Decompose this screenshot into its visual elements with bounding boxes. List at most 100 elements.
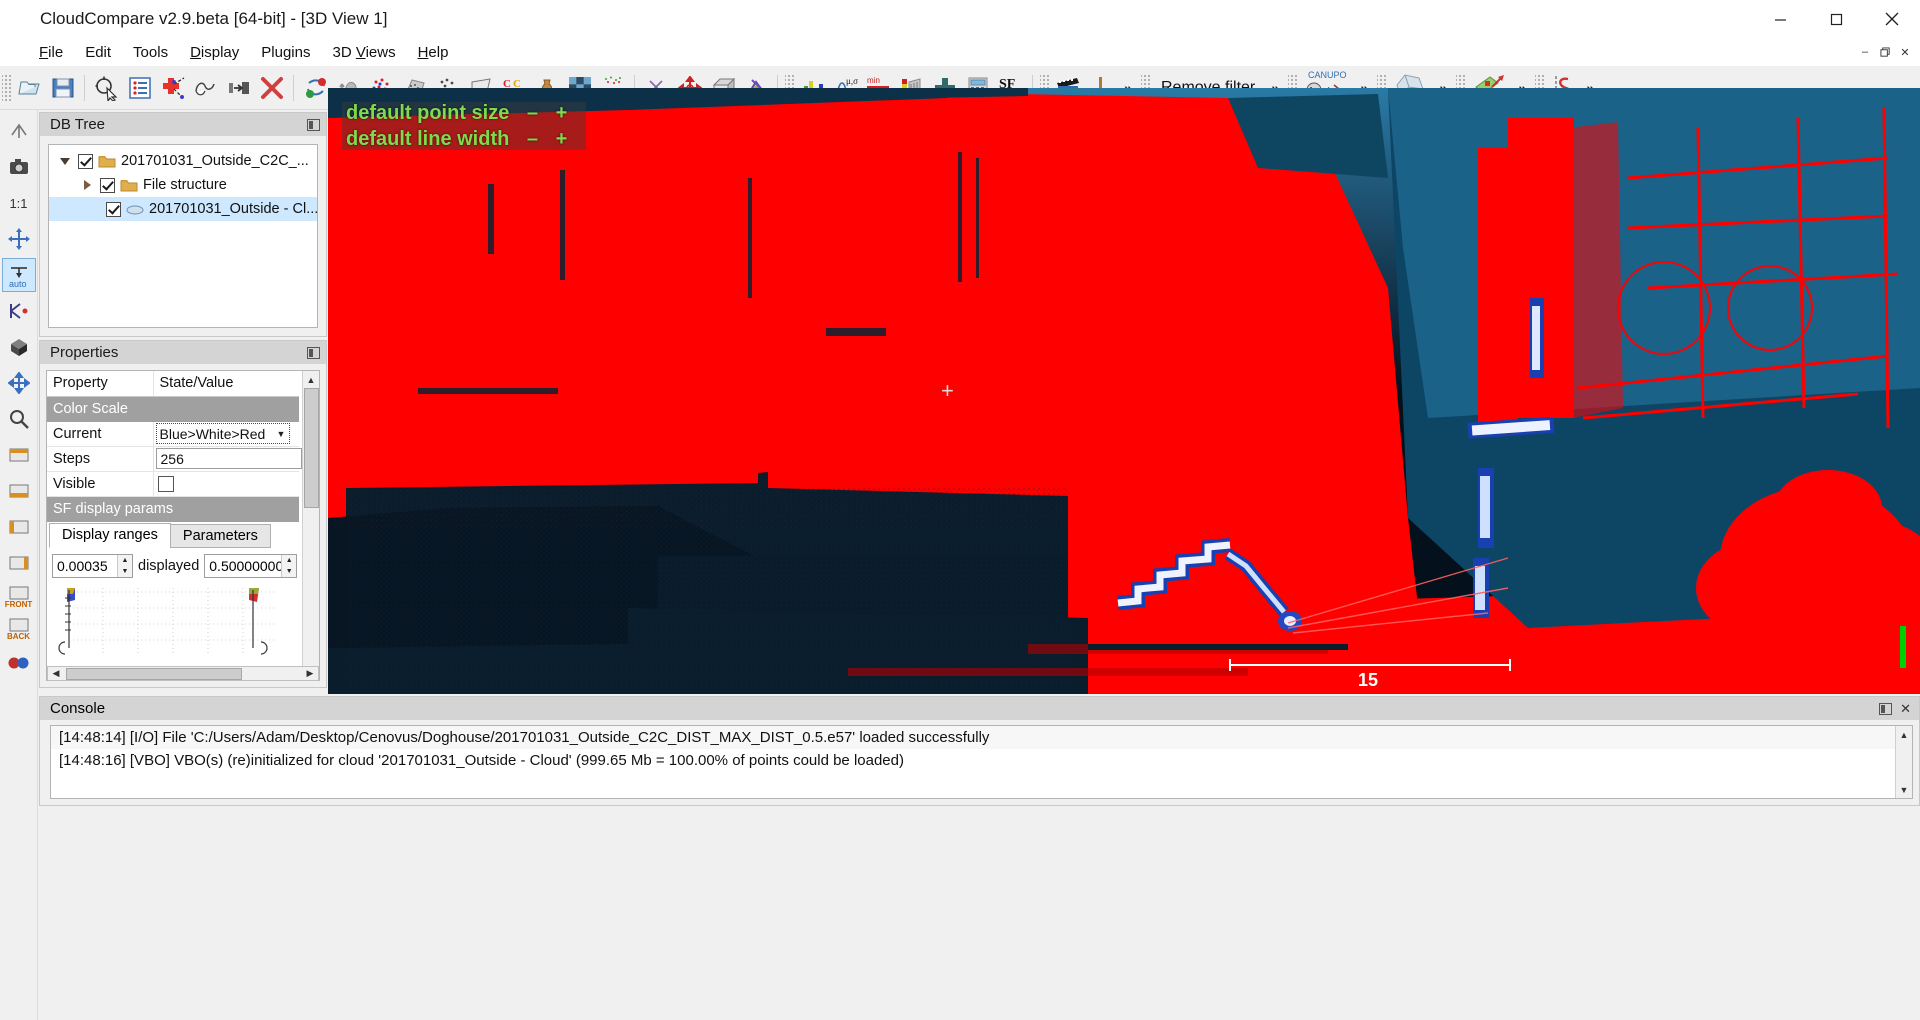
chevron-down-icon[interactable] xyxy=(57,158,73,165)
overlay-point-size-label: default point size – + xyxy=(346,102,567,125)
spin-up-icon[interactable]: ▲ xyxy=(118,555,132,566)
cloud-icon xyxy=(126,202,144,216)
range-min-spinbox[interactable]: 0.00035 ▲ ▼ xyxy=(52,554,133,578)
tree-node-checkbox[interactable] xyxy=(100,178,115,193)
cloudcompare-logo-icon xyxy=(10,6,36,32)
point-cloud-render[interactable] xyxy=(328,88,1920,694)
tree-node-file-structure[interactable]: File structure xyxy=(49,173,317,197)
property-label-current: Current xyxy=(47,421,153,446)
3d-view[interactable]: default point size – + default line widt… xyxy=(328,88,1920,694)
toolbar-grip[interactable] xyxy=(2,73,11,103)
zoom-ratio-icon[interactable]: 1:1 xyxy=(2,186,36,220)
maximize-button[interactable] xyxy=(1808,0,1864,38)
camera-icon[interactable] xyxy=(2,150,36,184)
view-left-icon[interactable] xyxy=(2,510,36,544)
db-tree-list[interactable]: 201701031_Outside_C2C_... File structure xyxy=(48,144,318,328)
properties-dock-controls[interactable] xyxy=(307,347,320,359)
sf-display-tabs: Display ranges Parameters xyxy=(49,522,319,548)
sf-histogram[interactable] xyxy=(53,584,315,660)
overlay-point-size-text: default point size xyxy=(346,102,509,124)
steps-input[interactable]: 256 xyxy=(156,448,302,469)
delete-icon[interactable] xyxy=(255,71,288,104)
mdi-minimize-button[interactable]: – xyxy=(1856,44,1874,60)
view-back-icon[interactable]: BACK xyxy=(2,614,36,644)
close-icon[interactable]: ✕ xyxy=(1900,702,1911,715)
cloudcompare-window: CloudCompare v2.9.beta [64-bit] - [3D Vi… xyxy=(0,0,1920,1020)
close-button[interactable] xyxy=(1864,0,1920,38)
scroll-left-icon[interactable]: ◀ xyxy=(48,667,64,680)
tree-node-checkbox[interactable] xyxy=(78,154,93,169)
chevron-down-icon[interactable]: ▼ xyxy=(274,429,289,439)
menu-3d-views[interactable]: 3D Views xyxy=(321,41,406,64)
crosshair-icon: + xyxy=(941,380,954,402)
console-title: Console xyxy=(50,700,105,717)
view-right-icon[interactable] xyxy=(2,546,36,580)
scroll-thumb[interactable] xyxy=(66,668,242,680)
console-message-list[interactable]: [14:48:14] [I/O] File 'C:/Users/Adam/Des… xyxy=(50,725,1913,799)
spin-up-icon[interactable]: ▲ xyxy=(282,555,296,566)
range-max-spinbox[interactable]: 0.50000000 ▲ ▼ xyxy=(204,554,297,578)
spin-buttons[interactable]: ▲ ▼ xyxy=(281,555,296,577)
save-icon[interactable] xyxy=(46,71,79,104)
segment-icon[interactable] xyxy=(189,71,222,104)
pivot-icon[interactable] xyxy=(2,294,36,328)
stereo-icon[interactable] xyxy=(2,646,36,680)
open-icon[interactable] xyxy=(13,71,46,104)
properties-horizontal-scrollbar[interactable]: ◀ ▶ xyxy=(47,666,319,681)
menu-tools[interactable]: Tools xyxy=(122,41,179,64)
overlay-line-width-plus[interactable]: + xyxy=(556,128,568,150)
tree-node-label: File structure xyxy=(143,177,227,193)
undock-icon[interactable] xyxy=(307,119,320,131)
toolbar-separator xyxy=(84,75,85,101)
menu-plugins[interactable]: Plugins xyxy=(250,41,321,64)
spin-down-icon[interactable]: ▼ xyxy=(282,566,296,577)
mdi-restore-button[interactable] xyxy=(1876,44,1894,60)
menu-help[interactable]: Help xyxy=(407,41,460,64)
spin-buttons[interactable]: ▲ ▼ xyxy=(117,555,132,577)
overlay-line-width-minus[interactable]: – xyxy=(527,128,538,150)
auto-zoom-icon[interactable]: auto xyxy=(2,258,36,292)
properties-title-bar: Properties xyxy=(39,340,327,364)
light-cube-icon[interactable] xyxy=(2,330,36,364)
mdi-close-button[interactable]: ✕ xyxy=(1896,44,1914,60)
visible-checkbox[interactable] xyxy=(158,476,174,492)
view-front-icon[interactable]: FRONT xyxy=(2,582,36,612)
console-vertical-scrollbar[interactable]: ▲ ▼ xyxy=(1895,726,1912,798)
view-bottom-icon[interactable] xyxy=(2,474,36,508)
menu-file[interactable]: File xyxy=(28,41,74,64)
menu-display[interactable]: Display xyxy=(179,41,250,64)
tree-node-cloud[interactable]: 201701031_Outside - Cl... xyxy=(49,197,317,221)
minimize-button[interactable] xyxy=(1752,0,1808,38)
spin-down-icon[interactable]: ▼ xyxy=(118,566,132,577)
undock-icon[interactable] xyxy=(1879,703,1892,715)
tab-parameters[interactable]: Parameters xyxy=(170,524,271,548)
scroll-thumb[interactable] xyxy=(304,388,319,508)
full-screen-icon[interactable] xyxy=(2,114,36,148)
zoom-fit-icon[interactable] xyxy=(2,222,36,256)
chevron-right-icon[interactable] xyxy=(79,180,95,190)
property-row-visible: Visible xyxy=(47,471,299,496)
scroll-down-icon[interactable]: ▼ xyxy=(1896,781,1912,798)
overlay-point-size-minus[interactable]: – xyxy=(527,102,538,124)
properties-list-icon[interactable] xyxy=(123,71,156,104)
undock-icon[interactable] xyxy=(307,347,320,359)
view-top-icon[interactable] xyxy=(2,438,36,472)
color-scale-combo[interactable]: Blue>White>Red ▼ xyxy=(156,423,290,444)
translate-icon[interactable] xyxy=(222,71,255,104)
scroll-right-icon[interactable]: ▶ xyxy=(302,667,318,680)
tree-node-root[interactable]: 201701031_Outside_C2C_... xyxy=(49,149,317,173)
db-tree-dock-controls[interactable] xyxy=(307,119,320,131)
scroll-up-icon[interactable]: ▲ xyxy=(303,371,319,388)
scroll-up-icon[interactable]: ▲ xyxy=(1896,726,1912,743)
tab-display-ranges[interactable]: Display ranges xyxy=(49,523,171,548)
magnifier-icon[interactable] xyxy=(2,402,36,436)
overlay-point-size-plus[interactable]: + xyxy=(556,102,568,124)
properties-vertical-scrollbar[interactable]: ▲ ▼ xyxy=(302,371,319,680)
add-point-icon[interactable] xyxy=(156,71,189,104)
tree-node-checkbox[interactable] xyxy=(106,202,121,217)
pick-rotation-center-icon[interactable] xyxy=(90,71,123,104)
color-scale-value: Blue>White>Red xyxy=(160,426,274,442)
property-label-visible: Visible xyxy=(47,471,153,496)
menu-edit[interactable]: Edit xyxy=(74,41,122,64)
move-view-icon[interactable] xyxy=(2,366,36,400)
